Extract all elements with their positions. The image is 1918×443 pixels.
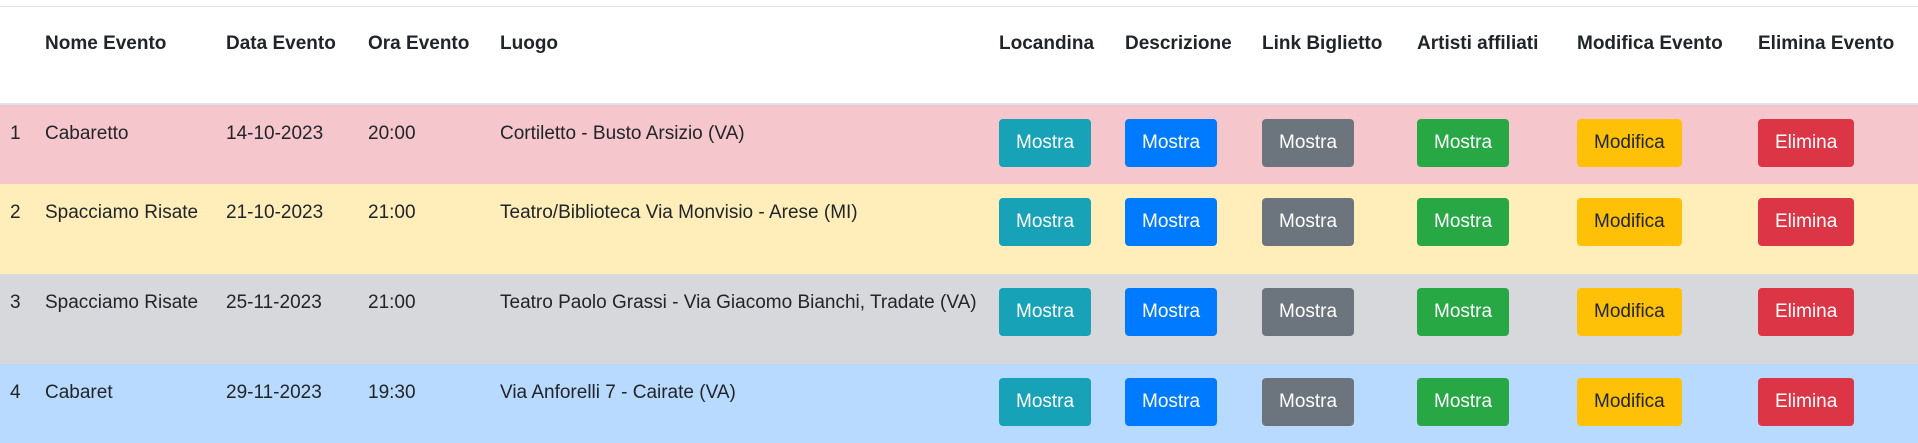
event-location: Teatro/Biblioteca Via Monvisio - Arese (… (490, 184, 989, 274)
header-artisti-affiliati: Artisti affiliati (1407, 7, 1567, 105)
cell-link: Mostra (1252, 274, 1407, 364)
event-time: 20:00 (358, 104, 490, 184)
cell-modifica: Modifica (1567, 274, 1748, 364)
header-num (0, 7, 35, 105)
header-luogo: Luogo (490, 7, 989, 105)
cell-elimina: Elimina (1748, 364, 1918, 443)
show-descrizione-button[interactable]: Mostra (1125, 288, 1218, 336)
header-ora-evento: Ora Evento (358, 7, 490, 105)
top-divider (0, 0, 1918, 7)
event-location: Cortiletto - Busto Arsizio (VA) (490, 104, 989, 184)
show-descrizione-button[interactable]: Mostra (1125, 198, 1218, 246)
header-modifica-evento: Modifica Evento (1567, 7, 1748, 105)
header-elimina-evento: Elimina Evento (1748, 7, 1918, 105)
event-date: 21-10-2023 (216, 184, 358, 274)
cell-artisti: Mostra (1407, 274, 1567, 364)
header-link-biglietto: Link Biglietto (1252, 7, 1407, 105)
cell-artisti: Mostra (1407, 364, 1567, 443)
cell-elimina: Elimina (1748, 104, 1918, 184)
header-data-evento: Data Evento (216, 7, 358, 105)
header-descrizione: Descrizione (1115, 7, 1252, 105)
event-name: Spacciamo Risate (35, 274, 216, 364)
edit-event-button[interactable]: Modifica (1577, 198, 1682, 246)
header-row: Nome Evento Data Evento Ora Evento Luogo… (0, 7, 1918, 105)
show-locandina-button[interactable]: Mostra (999, 378, 1092, 426)
cell-artisti: Mostra (1407, 184, 1567, 274)
event-time: 19:30 (358, 364, 490, 443)
cell-descrizione: Mostra (1115, 104, 1252, 184)
event-date: 14-10-2023 (216, 104, 358, 184)
delete-event-button[interactable]: Elimina (1758, 198, 1855, 246)
cell-modifica: Modifica (1567, 104, 1748, 184)
cell-link: Mostra (1252, 104, 1407, 184)
row-number: 3 (0, 274, 35, 364)
delete-event-button[interactable]: Elimina (1758, 288, 1855, 336)
show-link-biglietto-button[interactable]: Mostra (1262, 119, 1355, 167)
cell-locandina: Mostra (989, 364, 1115, 443)
cell-modifica: Modifica (1567, 364, 1748, 443)
show-link-biglietto-button[interactable]: Mostra (1262, 288, 1355, 336)
table-row: 3 Spacciamo Risate 25-11-2023 21:00 Teat… (0, 274, 1918, 364)
delete-event-button[interactable]: Elimina (1758, 378, 1855, 426)
table-body: 1 Cabaretto 14-10-2023 20:00 Cortiletto … (0, 104, 1918, 443)
show-locandina-button[interactable]: Mostra (999, 288, 1092, 336)
show-locandina-button[interactable]: Mostra (999, 119, 1092, 167)
row-number: 4 (0, 364, 35, 443)
row-number: 1 (0, 104, 35, 184)
show-artisti-button[interactable]: Mostra (1417, 198, 1510, 246)
show-artisti-button[interactable]: Mostra (1417, 378, 1510, 426)
edit-event-button[interactable]: Modifica (1577, 288, 1682, 336)
header-locandina: Locandina (989, 7, 1115, 105)
event-time: 21:00 (358, 184, 490, 274)
event-time: 21:00 (358, 274, 490, 364)
event-date: 29-11-2023 (216, 364, 358, 443)
cell-descrizione: Mostra (1115, 274, 1252, 364)
delete-event-button[interactable]: Elimina (1758, 119, 1855, 167)
events-table: Nome Evento Data Evento Ora Evento Luogo… (0, 7, 1918, 443)
show-link-biglietto-button[interactable]: Mostra (1262, 378, 1355, 426)
show-descrizione-button[interactable]: Mostra (1125, 378, 1218, 426)
show-artisti-button[interactable]: Mostra (1417, 119, 1510, 167)
show-artisti-button[interactable]: Mostra (1417, 288, 1510, 336)
table-header: Nome Evento Data Evento Ora Evento Luogo… (0, 7, 1918, 105)
show-locandina-button[interactable]: Mostra (999, 198, 1092, 246)
event-name: Spacciamo Risate (35, 184, 216, 274)
show-descrizione-button[interactable]: Mostra (1125, 119, 1218, 167)
event-name: Cabaret (35, 364, 216, 443)
event-date: 25-11-2023 (216, 274, 358, 364)
cell-descrizione: Mostra (1115, 364, 1252, 443)
cell-locandina: Mostra (989, 104, 1115, 184)
event-location: Teatro Paolo Grassi - Via Giacomo Bianch… (490, 274, 989, 364)
cell-link: Mostra (1252, 184, 1407, 274)
cell-elimina: Elimina (1748, 184, 1918, 274)
header-nome-evento: Nome Evento (35, 7, 216, 105)
table-row: 1 Cabaretto 14-10-2023 20:00 Cortiletto … (0, 104, 1918, 184)
cell-locandina: Mostra (989, 274, 1115, 364)
cell-elimina: Elimina (1748, 274, 1918, 364)
edit-event-button[interactable]: Modifica (1577, 378, 1682, 426)
cell-modifica: Modifica (1567, 184, 1748, 274)
event-name: Cabaretto (35, 104, 216, 184)
row-number: 2 (0, 184, 35, 274)
cell-artisti: Mostra (1407, 104, 1567, 184)
table-row: 2 Spacciamo Risate 21-10-2023 21:00 Teat… (0, 184, 1918, 274)
edit-event-button[interactable]: Modifica (1577, 119, 1682, 167)
cell-descrizione: Mostra (1115, 184, 1252, 274)
table-row: 4 Cabaret 29-11-2023 19:30 Via Anforelli… (0, 364, 1918, 443)
show-link-biglietto-button[interactable]: Mostra (1262, 198, 1355, 246)
cell-link: Mostra (1252, 364, 1407, 443)
cell-locandina: Mostra (989, 184, 1115, 274)
event-location: Via Anforelli 7 - Cairate (VA) (490, 364, 989, 443)
